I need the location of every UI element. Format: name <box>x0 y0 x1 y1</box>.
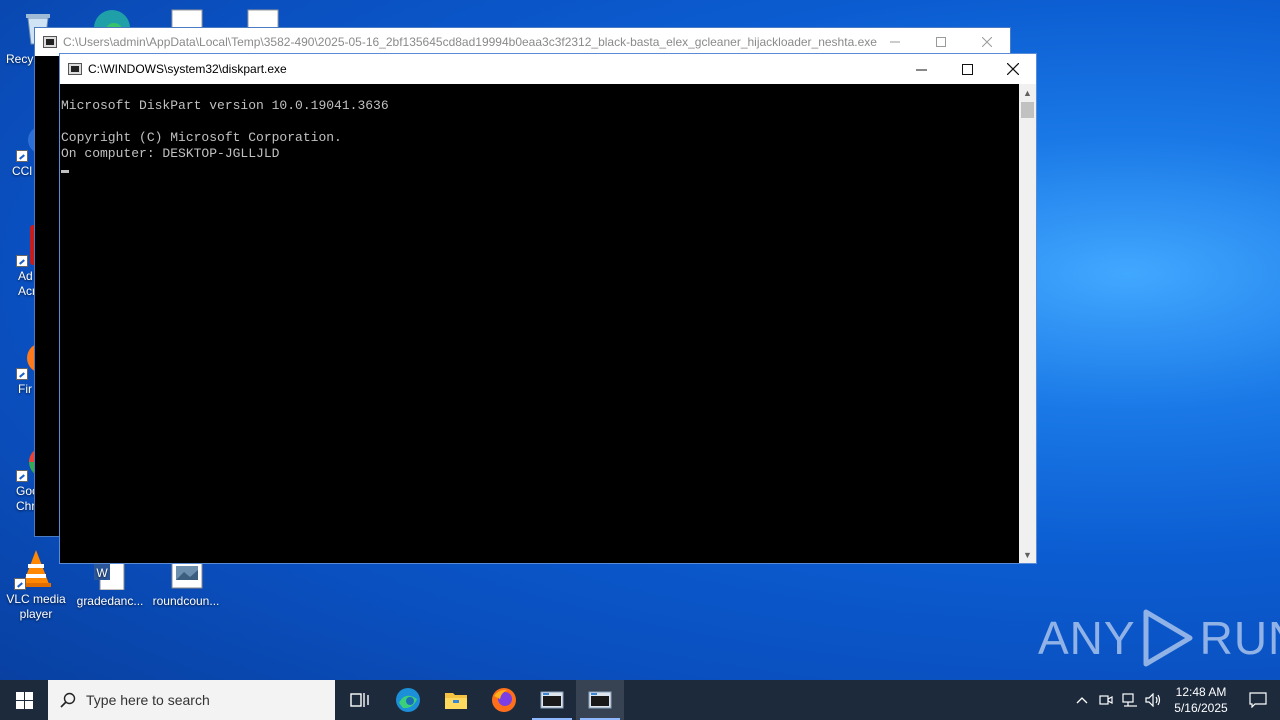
minimize-button[interactable] <box>898 54 944 84</box>
edge-icon <box>396 688 420 712</box>
document-icon <box>247 9 279 27</box>
vlc-cone-icon <box>14 548 56 590</box>
network-icon <box>1122 693 1137 707</box>
close-button[interactable] <box>990 54 1036 84</box>
console-line: Copyright (C) Microsoft Corporation. <box>61 130 342 145</box>
console-app-icon <box>43 36 57 48</box>
play-logo-icon <box>1143 609 1193 667</box>
taskbar: Type here to search 12:48 AM 5/16/2025 <box>0 680 1280 720</box>
desktop-icon-word-doc[interactable]: W gradedanc... <box>74 557 146 609</box>
search-icon <box>60 692 76 708</box>
svg-text:W: W <box>96 566 108 580</box>
close-button[interactable] <box>964 28 1010 56</box>
console-line: Microsoft DiskPart version 10.0.19041.36… <box>61 98 389 113</box>
background-window-controls <box>872 28 1010 56</box>
network-button[interactable] <box>1118 680 1142 720</box>
taskbar-file-explorer-button[interactable] <box>432 680 480 720</box>
console-app-icon <box>68 63 82 75</box>
taskbar-clock[interactable]: 12:48 AM 5/16/2025 <box>1166 684 1236 716</box>
shortcut-arrow-icon <box>14 578 26 590</box>
watermark-text-right: RUN <box>1199 612 1280 664</box>
maximize-icon <box>961 63 973 75</box>
volume-button[interactable] <box>1142 680 1166 720</box>
desktop-icon-file-partial-2[interactable] <box>246 8 280 27</box>
desktop-icon-label: VLC media player <box>6 592 66 621</box>
console-scrollbar[interactable]: ▲ ▼ <box>1019 84 1036 563</box>
background-window-titlebar[interactable]: C:\Users\admin\AppData\Local\Temp\3582-4… <box>35 28 1010 56</box>
anyrun-watermark: ANY RUN <box>1038 608 1280 668</box>
console-output[interactable]: Microsoft DiskPart version 10.0.19041.36… <box>60 84 1020 563</box>
taskbar-firefox-button[interactable] <box>480 680 528 720</box>
notification-icon <box>1249 692 1267 708</box>
background-window-title: C:\Users\admin\AppData\Local\Temp\3582-4… <box>63 35 877 49</box>
text-cursor <box>61 170 69 173</box>
desktop-icon-label: roundcoun... <box>152 594 220 608</box>
system-tray: 12:48 AM 5/16/2025 <box>1070 680 1280 720</box>
desktop-icon-label: gradedanc... <box>76 594 144 608</box>
scroll-up-button[interactable]: ▲ <box>1019 84 1036 101</box>
desktop-icon-image-file[interactable]: roundcoun... <box>150 558 222 609</box>
meet-now-button[interactable] <box>1094 680 1118 720</box>
maximize-icon <box>936 37 946 47</box>
task-view-button[interactable] <box>336 680 384 720</box>
diskpart-console-window[interactable]: C:\WINDOWS\system32\diskpart.exe Microso… <box>59 53 1037 564</box>
task-view-icon <box>350 693 369 707</box>
diskpart-window-controls <box>898 54 1036 84</box>
edge-icon <box>94 10 130 27</box>
shortcut-arrow-icon <box>16 255 28 267</box>
diskpart-window-titlebar[interactable]: C:\WINDOWS\system32\diskpart.exe <box>60 54 1036 84</box>
maximize-button[interactable] <box>918 28 964 56</box>
chevron-up-icon: ▲ <box>1023 87 1032 98</box>
start-button[interactable] <box>0 680 48 720</box>
taskbar-console-button-1[interactable] <box>528 680 576 720</box>
shortcut-arrow-icon <box>16 368 28 380</box>
chevron-down-icon: ▼ <box>1023 549 1032 560</box>
close-icon <box>1007 63 1019 75</box>
show-hidden-icons-button[interactable] <box>1070 680 1094 720</box>
taskbar-search-box[interactable]: Type here to search <box>48 680 335 720</box>
scroll-down-button[interactable]: ▼ <box>1019 546 1036 563</box>
desktop-icon-file-partial-1[interactable] <box>170 8 204 27</box>
camera-icon <box>1099 695 1113 705</box>
search-placeholder: Type here to search <box>86 692 210 708</box>
minimize-button[interactable] <box>872 28 918 56</box>
folder-icon <box>445 693 467 709</box>
speaker-icon <box>1145 693 1161 707</box>
maximize-button[interactable] <box>944 54 990 84</box>
chevron-up-icon <box>1076 697 1088 704</box>
console-line: On computer: DESKTOP-JGLLJLD <box>61 146 280 161</box>
shortcut-arrow-icon <box>16 150 28 162</box>
shortcut-arrow-icon <box>16 470 28 482</box>
clock-date: 5/16/2025 <box>1174 701 1228 715</box>
taskbar-edge-button[interactable] <box>384 680 432 720</box>
minimize-icon <box>915 69 927 70</box>
close-icon <box>982 37 992 47</box>
taskbar-console-button-2[interactable] <box>576 680 624 720</box>
clock-time: 12:48 AM <box>1175 685 1227 699</box>
watermark-text-left: ANY <box>1038 612 1136 664</box>
diskpart-window-title: C:\WINDOWS\system32\diskpart.exe <box>88 62 287 76</box>
console-window-icon <box>588 691 612 709</box>
document-icon <box>171 9 203 27</box>
firefox-icon <box>492 688 516 712</box>
desktop-icon-edge-partial[interactable] <box>88 6 136 27</box>
scroll-thumb[interactable] <box>1021 102 1034 118</box>
minimize-icon <box>890 41 900 43</box>
notification-center-button[interactable] <box>1236 680 1280 720</box>
console-window-icon <box>540 691 564 709</box>
windows-logo-icon <box>15 691 33 709</box>
